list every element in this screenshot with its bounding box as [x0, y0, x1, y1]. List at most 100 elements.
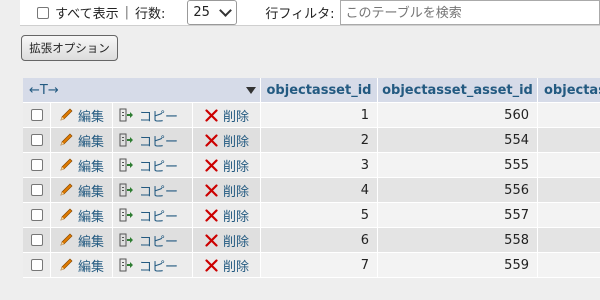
row-checkbox[interactable] [30, 184, 43, 196]
edit-action[interactable]: 編集 [51, 153, 113, 178]
objectasset-id-cell[interactable]: 1 [261, 103, 378, 128]
edit-label: 編集 [78, 234, 105, 250]
objectasset-extra-cell[interactable] [538, 178, 600, 203]
objectasset-extra-cell[interactable] [538, 153, 600, 178]
objectasset-asset-id-cell[interactable]: 554 [378, 128, 538, 153]
pencil-icon [59, 208, 74, 222]
delete-label: 削除 [223, 134, 250, 150]
objectasset-id-cell[interactable]: 6 [261, 228, 378, 253]
copy-icon [119, 108, 135, 122]
copy-action[interactable]: コピー [113, 128, 193, 153]
objectasset-extra-cell[interactable] [538, 253, 600, 278]
delete-x-icon [205, 183, 218, 197]
objectasset-id-cell[interactable]: 4 [261, 178, 378, 203]
table-row: 編集 コピー 削除 3 555 [23, 153, 600, 178]
edit-action[interactable]: 編集 [51, 253, 113, 278]
copy-icon [119, 258, 135, 272]
sort-dropdown-icon[interactable] [246, 86, 256, 94]
delete-label: 削除 [223, 184, 250, 200]
delete-action[interactable]: 削除 [193, 203, 261, 228]
objectasset-extra-cell[interactable] [538, 128, 600, 153]
copy-label: コピー [139, 234, 179, 250]
copy-action[interactable]: コピー [113, 228, 193, 253]
copy-label: コピー [139, 184, 179, 200]
edit-label: 編集 [78, 259, 105, 275]
table-row: 編集 コピー 削除 6 558 [23, 228, 600, 253]
copy-action[interactable]: コピー [113, 103, 193, 128]
filter-input[interactable] [340, 0, 600, 25]
delete-label: 削除 [223, 159, 250, 175]
delete-action[interactable]: 削除 [193, 253, 261, 278]
copy-icon [119, 208, 135, 222]
row-checkbox-cell [23, 203, 51, 228]
row-checkbox-cell [23, 153, 51, 178]
objectasset-asset-id-cell[interactable]: 559 [378, 253, 538, 278]
row-checkbox[interactable] [30, 259, 43, 271]
copy-icon [119, 158, 135, 172]
column-header-objectasset-partial[interactable]: objectas [538, 78, 600, 103]
edit-action[interactable]: 編集 [51, 178, 113, 203]
delete-x-icon [205, 108, 218, 122]
table-header-row: ←T→ objectasset_id objectasset_asset_id … [23, 78, 600, 103]
delete-action[interactable]: 削除 [193, 103, 261, 128]
show-all-toggle[interactable]: すべて表示 [37, 3, 119, 22]
chevron-down-icon [219, 4, 233, 17]
objectasset-extra-cell[interactable] [538, 103, 600, 128]
column-arrows-control[interactable]: ←T→ [29, 83, 59, 98]
rows-label: 行数: [134, 7, 166, 22]
copy-icon [119, 133, 135, 147]
row-checkbox[interactable] [30, 209, 43, 221]
copy-icon [119, 233, 135, 247]
objectasset-id-cell[interactable]: 2 [261, 128, 378, 153]
pencil-icon [59, 233, 74, 247]
row-checkbox[interactable] [30, 109, 43, 121]
column-header-objectasset-asset-id[interactable]: objectasset_asset_id [378, 78, 538, 103]
objectasset-asset-id-cell[interactable]: 557 [378, 203, 538, 228]
edit-action[interactable]: 編集 [51, 203, 113, 228]
copy-label: コピー [139, 159, 179, 175]
show-all-checkbox[interactable] [37, 6, 49, 19]
objectasset-id-cell[interactable]: 7 [261, 253, 378, 278]
objectasset-id-cell[interactable]: 3 [261, 153, 378, 178]
extended-options-button[interactable]: 拡張オプション [21, 35, 118, 61]
delete-action[interactable]: 削除 [193, 228, 261, 253]
column-header-objectasset-id[interactable]: objectasset_id [261, 78, 378, 103]
row-checkbox[interactable] [30, 234, 43, 246]
edit-action[interactable]: 編集 [51, 228, 113, 253]
objectasset-asset-id-cell[interactable]: 556 [378, 178, 538, 203]
table-row: 編集 コピー 削除 4 556 [23, 178, 600, 203]
edit-label: 編集 [78, 209, 105, 225]
table-row: 編集 コピー 削除 7 559 [23, 253, 600, 278]
delete-x-icon [205, 208, 218, 222]
objectasset-asset-id-cell[interactable]: 558 [378, 228, 538, 253]
objectasset-extra-cell[interactable] [538, 228, 600, 253]
copy-action[interactable]: コピー [113, 153, 193, 178]
delete-x-icon [205, 258, 218, 272]
delete-x-icon [205, 133, 218, 147]
edit-label: 編集 [78, 109, 105, 125]
rows-select[interactable]: 25 [187, 0, 238, 25]
row-checkbox-cell [23, 128, 51, 153]
row-checkbox[interactable] [30, 159, 43, 171]
table-toolbar: すべて表示 | 行数: 25 行フィルタ: [20, 0, 600, 26]
objectasset-asset-id-cell[interactable]: 560 [378, 103, 538, 128]
pencil-icon [59, 108, 74, 122]
delete-action[interactable]: 削除 [193, 178, 261, 203]
edit-action[interactable]: 編集 [51, 103, 113, 128]
objectasset-asset-id-cell[interactable]: 555 [378, 153, 538, 178]
delete-action[interactable]: 削除 [193, 128, 261, 153]
pencil-icon [59, 258, 74, 272]
delete-label: 削除 [223, 209, 250, 225]
copy-action[interactable]: コピー [113, 253, 193, 278]
copy-action[interactable]: コピー [113, 203, 193, 228]
row-checkbox[interactable] [30, 134, 43, 146]
edit-action[interactable]: 編集 [51, 128, 113, 153]
objectasset-id-cell[interactable]: 5 [261, 203, 378, 228]
edit-label: 編集 [78, 184, 105, 200]
objectasset-extra-cell[interactable] [538, 203, 600, 228]
delete-label: 削除 [223, 109, 250, 125]
copy-label: コピー [139, 259, 179, 275]
delete-action[interactable]: 削除 [193, 153, 261, 178]
copy-action[interactable]: コピー [113, 178, 193, 203]
table-row: 編集 コピー 削除 1 560 [23, 103, 600, 128]
